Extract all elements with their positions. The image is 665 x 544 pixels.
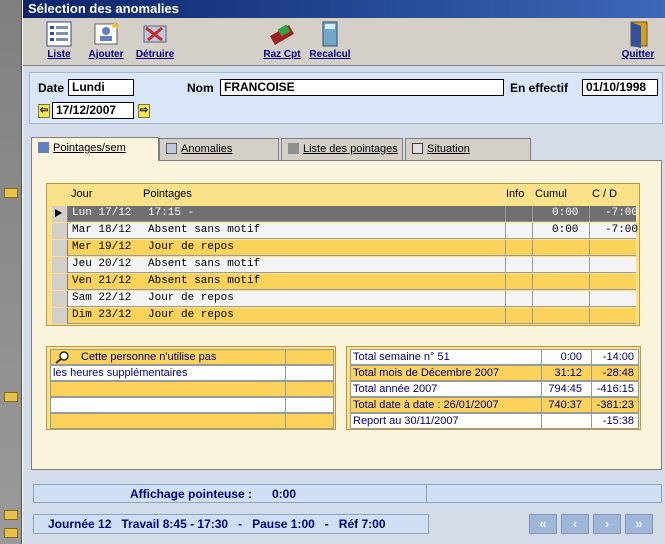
ajouter-button[interactable]: Ajouter [83,20,129,64]
total-row: Report au 30/11/2007 -15:38 [350,413,639,429]
effectif-field[interactable]: 01/10/1998 [582,79,658,96]
col-cd: C / D [592,188,618,200]
row-pointer-icon [52,206,68,222]
nom-label: Nom [187,81,214,95]
pointages-grid: Jour Pointages Info Cumul C / D Lun 17/1… [46,183,640,326]
folder-icon [4,392,18,402]
detruire-button[interactable]: Détruire [131,20,179,64]
raz-cpt-button[interactable]: Raz Cpt [259,20,305,64]
tab-panel: Jour Pointages Info Cumul C / D Lun 17/1… [31,160,662,470]
note-row: Cette personne n'utilise pas [50,349,334,365]
total-row: Total semaine n° 51 0:00 -14:00 [350,349,639,365]
exit-door-icon [630,21,648,48]
date-field[interactable]: 17/12/2007 [52,102,134,119]
note-box: Cette personne n'utilise pas les heures … [46,346,336,430]
table-row[interactable]: Sam 22/12 Jour de repos [52,291,636,307]
folder-icon [4,510,18,520]
note-row: les heures supplémentaires [50,365,334,381]
liste-button[interactable]: Liste [37,20,81,64]
table-row[interactable]: Ven 21/12 Absent sans motif [52,274,636,290]
day-field[interactable]: Lundi [68,79,134,96]
tab-pointages-sem[interactable]: Pointages/sem [31,137,159,161]
header-panel: Date Lundi ⇦ 17/12/2007 ⇨ Nom FRANCOISE … [29,72,663,124]
calculator-icon [322,21,338,47]
note-row [50,397,334,413]
recalcul-button[interactable]: Recalcul [307,20,353,64]
date-label: Date [38,81,65,95]
status-bar: Journée 12 Travail 8:45 - 17:30 - Pause … [33,514,429,534]
add-person-icon [94,21,119,45]
last-page-icon[interactable]: » [625,514,653,534]
table-row[interactable]: Lun 17/12 17:15 - 0:00 -7:00 [52,206,638,222]
table-row[interactable]: Mar 18/12 Absent sans motif 0:00 -7:00 [52,223,638,239]
folder-icon [4,188,18,198]
total-row: Total mois de Décembre 2007 31:12 -28:48 [350,365,639,381]
left-strip [0,0,22,544]
magnifier-icon [55,351,69,364]
col-jour: Jour [71,188,93,200]
folder-icon [4,528,18,538]
note-row [50,413,334,429]
nom-field[interactable]: FRANCOISE [220,79,504,96]
col-info: Info [506,188,525,200]
first-page-icon[interactable]: « [529,514,557,534]
tab-bar: Pointages/sem Anomalies Liste des pointa… [31,137,651,161]
total-row: Total date à date : 26/01/2007 740:37 -3… [350,397,639,413]
prev-date-arrow-icon[interactable]: ⇦ [38,104,50,118]
next-date-arrow-icon[interactable]: ⇨ [138,104,150,118]
anomaly-icon [166,143,177,154]
effectif-label: En effectif [510,81,569,95]
toolbar: Liste Ajouter Détruire Raz Cpt Recalcul … [23,18,665,66]
sheet-icon [38,142,49,153]
list-icon [46,21,72,47]
col-cumul: Cumul [535,188,567,200]
prev-page-icon[interactable]: ‹ [561,514,589,534]
reset-counter-icon [269,24,295,45]
tab-liste-pointages[interactable]: Liste des pointages [281,138,403,160]
tab-anomalies[interactable]: Anomalies [159,138,279,160]
printer-icon [288,143,299,154]
window: Sélection des anomalies Liste Ajouter Dé… [22,0,665,544]
tab-situation[interactable]: Situation [405,138,531,160]
col-pointages: Pointages [143,188,192,200]
window-title: Sélection des anomalies [23,0,665,18]
edit-icon [412,143,423,154]
affichage-pointeuse-bar: Affichage pointeuse : 0:00 [33,484,662,503]
quitter-button[interactable]: Quitter [616,20,660,64]
table-row[interactable]: Mer 19/12 Jour de repos [52,240,636,256]
table-row[interactable]: Dim 23/12 Jour de repos [52,308,636,324]
total-row: Total année 2007 794:45 -416:15 [350,381,639,397]
totals-box: Total semaine n° 51 0:00 -14:00 Total mo… [346,346,641,430]
delete-icon [143,25,167,43]
next-page-icon[interactable]: › [593,514,621,534]
table-row[interactable]: Jeu 20/12 Absent sans motif [52,257,636,273]
note-row [50,381,334,397]
